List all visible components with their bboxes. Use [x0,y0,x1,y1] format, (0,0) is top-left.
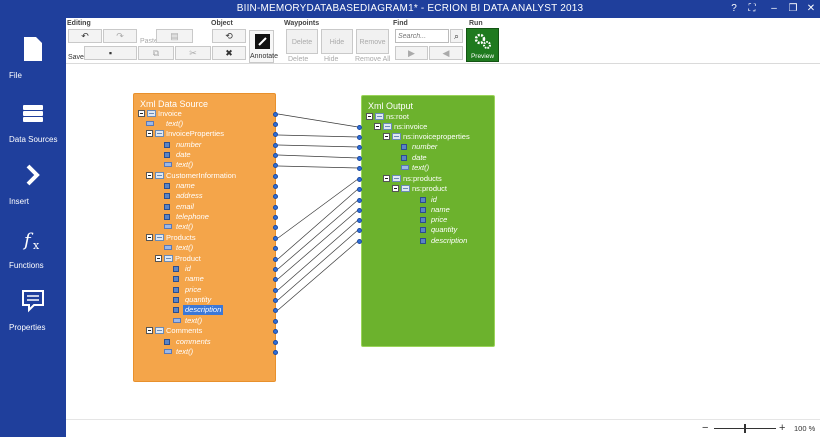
connector-port[interactable] [273,184,278,189]
connector-port[interactable] [357,198,362,203]
connector-port[interactable] [357,135,362,140]
mapping-line[interactable] [277,178,359,239]
connector-port[interactable] [273,194,278,199]
zoom-slider[interactable] [714,424,776,433]
connector-port[interactable] [273,215,278,220]
connector-port[interactable] [273,112,278,117]
connector-port[interactable] [357,187,362,192]
mapping-line[interactable] [277,144,359,148]
connector-port[interactable] [273,174,278,179]
zoom-level: 100 % [794,424,816,433]
connector-port[interactable] [273,329,278,334]
mapping-line[interactable] [277,209,359,280]
connector-port[interactable] [273,308,278,313]
connector-port[interactable] [273,163,278,168]
zoom-slider-thumb[interactable] [744,424,746,433]
connector-port[interactable] [357,166,362,171]
zoom-in-button[interactable]: + [779,422,785,434]
connector-port[interactable] [273,319,278,324]
connector-port[interactable] [357,218,362,223]
connector-port[interactable] [357,156,362,161]
connector-port[interactable] [357,177,362,182]
mapping-line[interactable] [277,240,359,311]
connector-port[interactable] [273,288,278,293]
connector-port[interactable] [273,298,278,303]
mapping-line[interactable] [277,113,359,128]
connector-port[interactable] [357,145,362,150]
mapping-line[interactable] [277,188,359,260]
connector-port[interactable] [273,350,278,355]
connector-port[interactable] [357,228,362,233]
connector-port[interactable] [357,125,362,130]
connector-port[interactable] [273,267,278,272]
status-bar: − + 100 % [66,419,820,437]
zoom-out-button[interactable]: − [702,422,708,434]
connector-port[interactable] [273,340,278,345]
mapping-line[interactable] [277,199,359,270]
connector-port[interactable] [273,205,278,210]
connector-port[interactable] [273,257,278,262]
connector-port[interactable] [273,246,278,251]
mapping-line[interactable] [277,219,359,291]
connector-port[interactable] [273,122,278,127]
connector-port[interactable] [357,208,362,213]
mapping-line[interactable] [277,229,359,301]
connector-port[interactable] [273,236,278,241]
mapping-line[interactable] [277,154,359,159]
connector-port[interactable] [357,239,362,244]
connector-port[interactable] [273,153,278,158]
connector-port[interactable] [273,132,278,137]
mapping-connections [277,113,359,311]
connector-port[interactable] [273,277,278,282]
mapping-line[interactable] [277,165,359,169]
connector-port[interactable] [273,143,278,148]
mapping-line[interactable] [277,134,359,138]
connector-port[interactable] [273,225,278,230]
